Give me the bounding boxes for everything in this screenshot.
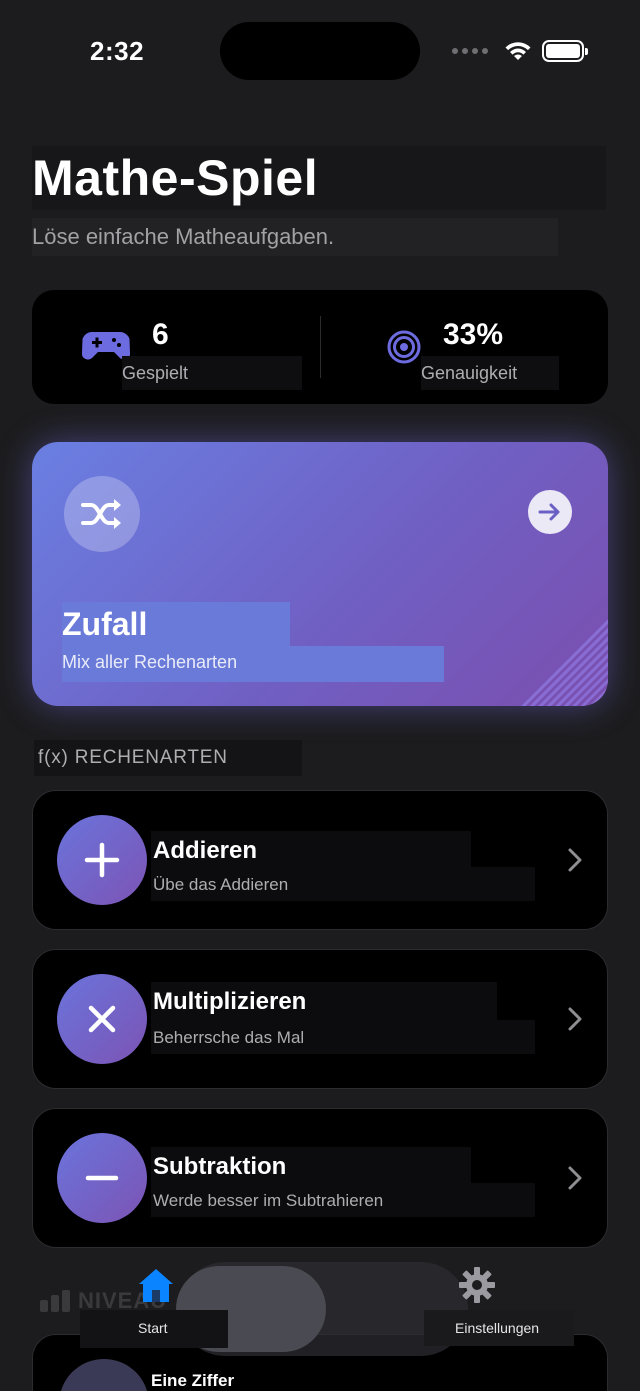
status-icons bbox=[452, 40, 588, 62]
operation-title: Addieren bbox=[153, 837, 258, 864]
plus-icon bbox=[57, 815, 147, 905]
stat-played-label: Gespielt bbox=[122, 356, 302, 390]
operation-title: Subtraktion bbox=[153, 1153, 287, 1180]
gear-icon[interactable] bbox=[458, 1266, 496, 1304]
page-title: Mathe-Spiel bbox=[32, 146, 606, 210]
random-mode-card[interactable]: Zufall Mix aller Rechenarten bbox=[32, 442, 608, 706]
stat-played: 6 Gespielt bbox=[32, 290, 320, 404]
bar-chart-icon bbox=[40, 1290, 70, 1312]
stat-accuracy-value: 33% bbox=[443, 318, 504, 351]
hero-title: Zufall bbox=[62, 606, 148, 642]
status-time: 2:32 bbox=[90, 36, 145, 66]
operation-title: Multiplizieren bbox=[153, 988, 307, 1015]
hero-subtitle: Mix aller Rechenarten bbox=[62, 652, 238, 672]
chevron-right-icon bbox=[568, 1166, 582, 1190]
operation-card-subtract[interactable]: Subtraktion Werde besser im Subtrahieren bbox=[32, 1108, 608, 1248]
hero-corner-pattern bbox=[518, 616, 608, 706]
operation-subtitle: Übe das Addieren bbox=[153, 875, 289, 894]
target-icon bbox=[387, 330, 421, 364]
operation-card-multiply[interactable]: Multiplizieren Beherrsche das Mal bbox=[32, 949, 608, 1089]
dynamic-island bbox=[220, 22, 420, 80]
stat-accuracy-label: Genauigkeit bbox=[421, 356, 559, 390]
page-subtitle: Löse einfache Matheaufgaben. bbox=[32, 218, 558, 256]
chevron-right-icon bbox=[568, 848, 582, 872]
minus-icon bbox=[57, 1133, 147, 1223]
tab-start[interactable]: Start bbox=[138, 1320, 168, 1336]
battery-icon bbox=[542, 40, 588, 62]
house-icon[interactable] bbox=[136, 1266, 176, 1306]
tab-settings[interactable]: Einstellungen bbox=[455, 1320, 539, 1336]
stat-played-value: 6 bbox=[152, 318, 169, 351]
operation-subtitle: Beherrsche das Mal bbox=[153, 1028, 305, 1047]
stat-accuracy: 33% Genauigkeit bbox=[321, 290, 608, 404]
shuffle-icon bbox=[81, 499, 121, 529]
operation-card-add[interactable]: Addieren Übe das Addieren bbox=[32, 790, 608, 930]
section-heading-operations: f(x) RECHENARTEN bbox=[34, 740, 302, 776]
wifi-icon bbox=[505, 42, 531, 60]
level-title: Eine Ziffer bbox=[151, 1371, 235, 1390]
level-icon bbox=[59, 1359, 149, 1391]
stats-card: 6 Gespielt 33% Genauigkeit bbox=[32, 290, 608, 404]
shuffle-icon-wrap bbox=[64, 476, 140, 552]
times-icon bbox=[57, 974, 147, 1064]
signal-dots-icon bbox=[452, 48, 488, 54]
operation-subtitle: Werde besser im Subtrahieren bbox=[153, 1191, 384, 1210]
arrow-right-icon[interactable] bbox=[528, 490, 572, 534]
chevron-right-icon bbox=[568, 1007, 582, 1031]
